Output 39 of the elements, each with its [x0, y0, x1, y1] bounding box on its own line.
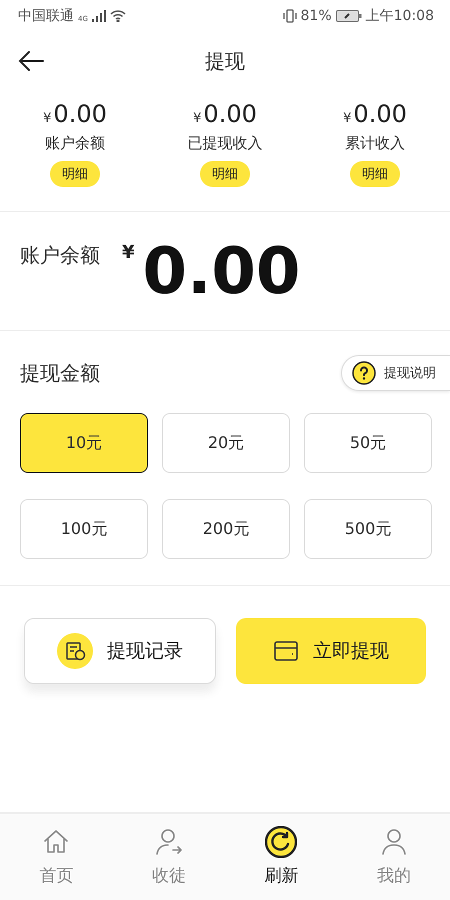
tab-item[interactable]: 刷新	[225, 814, 338, 900]
withdraw-button[interactable]: 立即提现	[236, 618, 426, 684]
currency-symbol: ¥	[343, 111, 352, 126]
help-button[interactable]: 提现说明	[341, 355, 450, 391]
question-icon	[352, 361, 376, 385]
stat-label: 已提现收入	[188, 134, 262, 153]
wallet-icon	[273, 639, 299, 663]
stat-amount: 0.00	[53, 100, 107, 128]
page-title: 提现	[205, 48, 245, 74]
detail-button[interactable]: 明细	[50, 161, 100, 187]
status-time: 上午10:08	[366, 7, 434, 25]
vibrate-icon	[282, 9, 297, 23]
amount-option[interactable]: 500元	[304, 499, 432, 559]
balance-amount: 0.00	[142, 240, 300, 304]
detail-button[interactable]: 明细	[350, 161, 400, 187]
stat-amount: 0.00	[203, 100, 257, 128]
amount-option[interactable]: 10元	[20, 413, 148, 473]
wifi-icon	[110, 10, 126, 22]
amount-option[interactable]: 100元	[20, 499, 148, 559]
refresh-icon	[265, 826, 298, 858]
signal-icon	[92, 10, 106, 22]
amount-option[interactable]: 20元	[162, 413, 290, 473]
receipt-icon	[57, 633, 93, 669]
amount-option[interactable]: 50元	[304, 413, 432, 473]
battery-percent: 81%	[300, 8, 332, 24]
detail-button[interactable]: 明细	[200, 161, 250, 187]
carrier-name: 中国联通	[18, 7, 74, 25]
records-button[interactable]: 提现记录	[24, 618, 216, 684]
currency-symbol: ¥	[122, 242, 135, 263]
currency-symbol: ¥	[43, 111, 52, 126]
stat-label: 累计收入	[345, 134, 405, 153]
stat-amount: 0.00	[353, 100, 407, 128]
stat-label: 账户余额	[45, 134, 105, 153]
currency-symbol: ¥	[193, 111, 202, 126]
battery-icon	[336, 10, 362, 22]
balance-label: 账户余额	[20, 242, 100, 269]
section-title: 提现金额	[20, 360, 100, 386]
amount-option[interactable]: 200元	[162, 499, 290, 559]
back-icon[interactable]	[18, 50, 44, 72]
